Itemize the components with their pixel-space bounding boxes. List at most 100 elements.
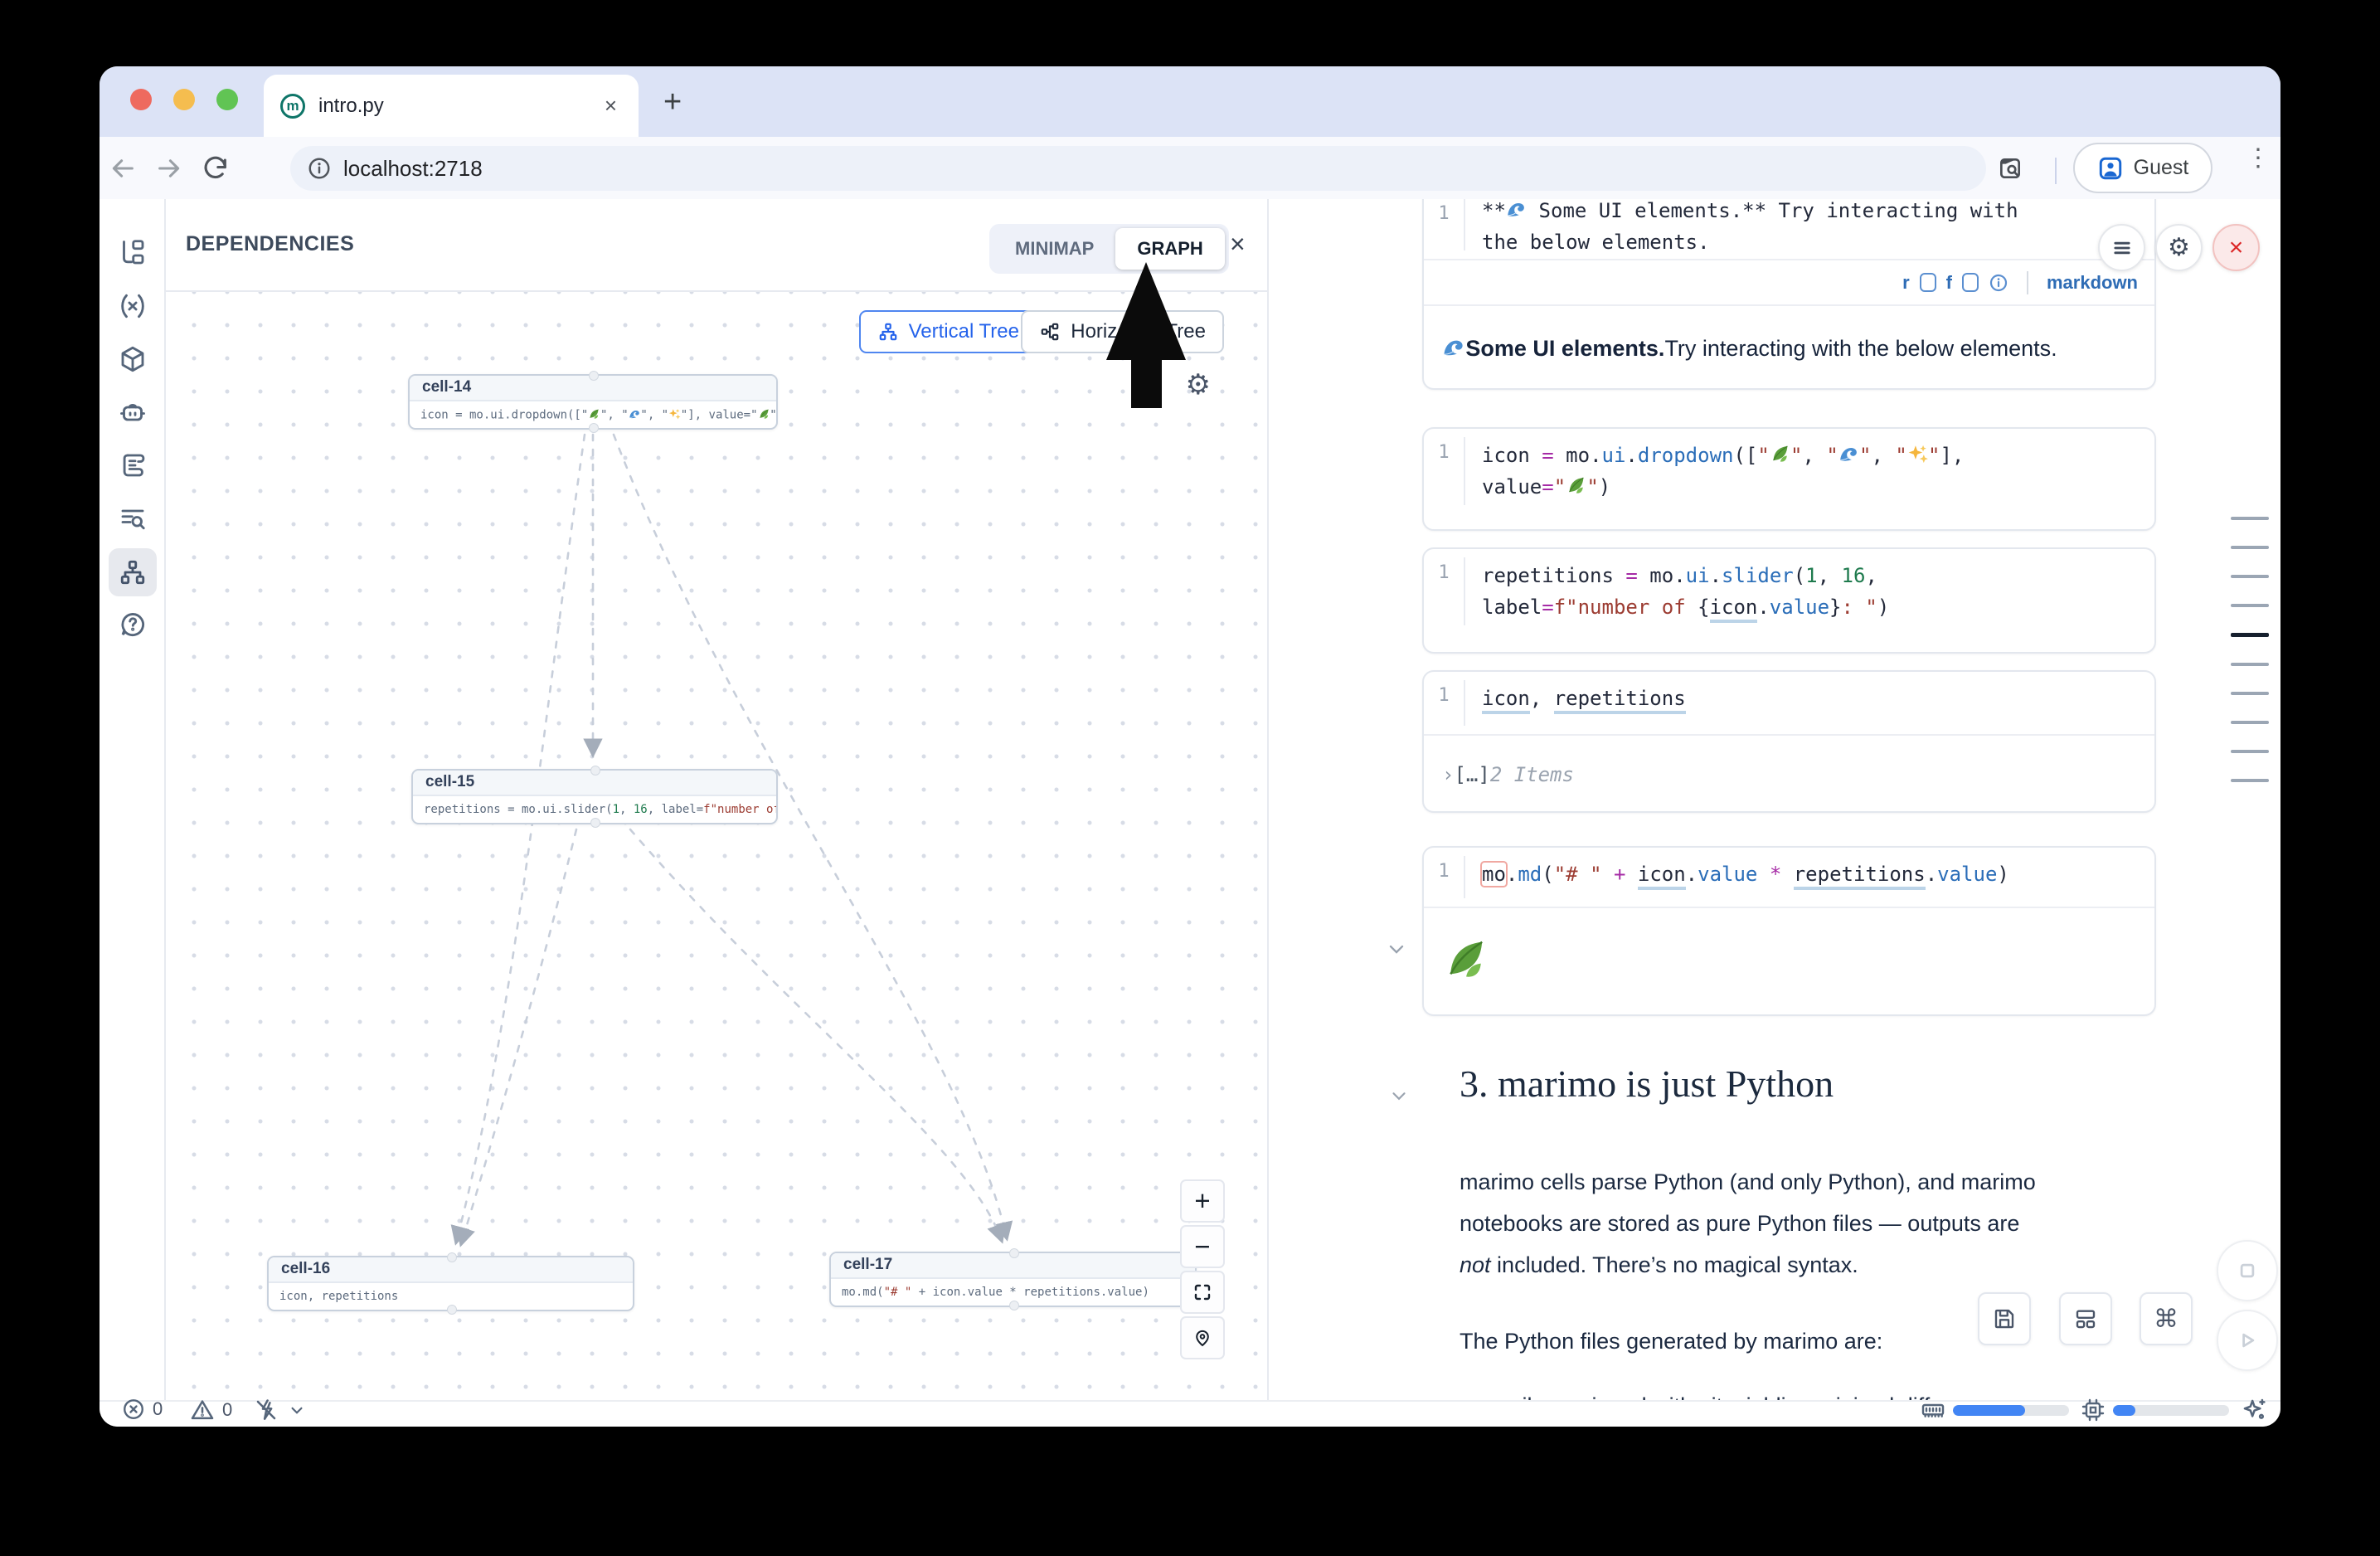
- tab-close-icon[interactable]: ×: [600, 93, 622, 119]
- browser-tab[interactable]: m intro.py ×: [264, 75, 639, 137]
- badge-r-label[interactable]: r: [1902, 272, 1910, 294]
- new-tab-button[interactable]: +: [663, 85, 682, 120]
- rail-cell-indicator[interactable]: [2231, 604, 2269, 607]
- rail-cell-indicator[interactable]: [2231, 546, 2269, 549]
- dependency-edges: [166, 292, 1267, 1400]
- notebook-panel: 1 ** Some UI elements.** Try interacting…: [1269, 199, 2280, 1400]
- dependency-graph-canvas[interactable]: cell-14 icon = mo.ui.dropdown(["", "", "…: [166, 290, 1267, 1400]
- sidebar-item-logs[interactable]: [118, 450, 148, 480]
- horizontal-tree-button[interactable]: Horizontal Tree: [1021, 310, 1224, 353]
- profile-label: Guest: [2134, 156, 2189, 180]
- notebook-cell-dropdown[interactable]: 1 icon = mo.ui.dropdown(["", "", ""], va…: [1422, 427, 2156, 531]
- error-counter[interactable]: 0: [121, 1397, 163, 1422]
- connection-toggle[interactable]: [253, 1397, 308, 1423]
- badge-f-checkbox[interactable]: [1962, 273, 1979, 292]
- ram-progress-bar: [1953, 1405, 2069, 1416]
- code-line: the below elements.: [1482, 226, 2018, 258]
- tab-graph[interactable]: GRAPH: [1115, 228, 1224, 270]
- sparkle-ai-icon: [2241, 1397, 2269, 1425]
- graph-node-cell-15[interactable]: cell-15 repetitions = mo.ui.slider(1, 16…: [411, 769, 778, 824]
- sidebar-item-file-explorer[interactable]: [118, 238, 148, 268]
- stop-square-icon: [2235, 1258, 2260, 1283]
- profile-button[interactable]: Guest: [2073, 143, 2212, 193]
- notebook-cell-markdown[interactable]: 1 ** Some UI elements.** Try interacting…: [1422, 199, 2156, 390]
- locate-button[interactable]: [1180, 1316, 1225, 1359]
- ram-usage[interactable]: [1920, 1397, 2069, 1423]
- tab-minimap[interactable]: MINIMAP: [993, 228, 1115, 270]
- rail-cell-indicator[interactable]: [2231, 633, 2269, 637]
- leaf-emoji-output: [1424, 908, 2154, 1016]
- marimo-favicon-icon: m: [280, 94, 305, 119]
- rail-cell-indicator[interactable]: [2231, 575, 2269, 578]
- chevron-down-icon[interactable]: [1385, 937, 1408, 960]
- zoom-controls: + −: [1180, 1179, 1225, 1359]
- graph-node-cell-14[interactable]: cell-14 icon = mo.ui.dropdown(["", "", "…: [408, 374, 778, 430]
- sidebar-item-variables[interactable]: [118, 291, 148, 321]
- location-pin-icon: [1192, 1328, 1212, 1348]
- keyboard-shortcuts-button[interactable]: ⌘: [2140, 1292, 2193, 1345]
- rail-cell-indicator[interactable]: [2231, 517, 2269, 520]
- stop-button[interactable]: [2217, 1240, 2278, 1301]
- save-button[interactable]: [1978, 1292, 2031, 1345]
- node-title: cell-16: [269, 1257, 633, 1283]
- macos-close-button[interactable]: [130, 89, 152, 110]
- markdown-output: Some UI elements. Try interacting with t…: [1424, 306, 2154, 390]
- node-code: icon, repetitions: [269, 1283, 633, 1310]
- graph-settings-gear-icon[interactable]: ⚙: [1186, 368, 1211, 401]
- ram-progress-fill: [1953, 1405, 2025, 1416]
- rail-cell-indicator[interactable]: [2231, 750, 2269, 753]
- node-code: mo.md("# " + icon.value * repetitions.va…: [831, 1279, 1195, 1306]
- rail-cell-indicator[interactable]: [2231, 779, 2269, 782]
- sidebar-item-packages[interactable]: [118, 344, 148, 374]
- close-panel-icon[interactable]: ×: [1230, 229, 1246, 260]
- tab-title: intro.py: [318, 95, 600, 118]
- ai-assistant-toggle[interactable]: [2241, 1397, 2269, 1425]
- forward-icon[interactable]: [146, 154, 192, 182]
- warning-counter[interactable]: 0: [189, 1397, 232, 1423]
- macos-zoom-button[interactable]: [216, 89, 238, 110]
- back-icon[interactable]: [100, 154, 146, 182]
- layout-toggle-button[interactable]: [2059, 1292, 2112, 1345]
- zoom-in-button[interactable]: +: [1180, 1179, 1225, 1223]
- info-icon[interactable]: [1989, 273, 2008, 293]
- cpu-usage[interactable]: [2080, 1397, 2229, 1423]
- graph-node-cell-17[interactable]: cell-17 mo.md("# " + icon.value * repeti…: [829, 1252, 1197, 1307]
- vertical-tree-button[interactable]: Vertical Tree: [859, 310, 1037, 353]
- app-sidebar: [100, 199, 166, 1400]
- notebook-settings-button[interactable]: ⚙: [2155, 224, 2203, 271]
- badge-r-checkbox[interactable]: [1920, 273, 1936, 292]
- rail-cell-indicator[interactable]: [2231, 692, 2269, 695]
- code-line: mo.md("# " + icon.value * repetitions.va…: [1482, 858, 2009, 890]
- macos-minimize-button[interactable]: [173, 89, 195, 110]
- notebook-cell-md[interactable]: 1 mo.md("# " + icon.value * repetitions.…: [1422, 846, 2156, 1016]
- site-info-icon[interactable]: [307, 156, 332, 181]
- badge-f-label[interactable]: f: [1946, 272, 1952, 294]
- rail-cell-indicator[interactable]: [2231, 663, 2269, 666]
- wave-emoji-icon: [629, 409, 641, 422]
- zoom-out-button[interactable]: −: [1180, 1225, 1225, 1268]
- hamburger-icon: [2110, 236, 2134, 260]
- shutdown-button[interactable]: ×: [2212, 224, 2260, 271]
- chevron-down-icon[interactable]: [1388, 1085, 1410, 1106]
- dependencies-panel: DEPENDENCIES MINIMAP GRAPH ×: [166, 199, 1269, 1400]
- cpu-progress-fill: [2113, 1405, 2135, 1416]
- cell-language-label[interactable]: markdown: [2047, 272, 2138, 294]
- play-icon: [2235, 1328, 2260, 1353]
- tuple-output[interactable]: › [ … ] 2 Items: [1424, 736, 2154, 813]
- reload-icon[interactable]: [192, 154, 239, 182]
- layout-grid-icon: [2073, 1306, 2098, 1331]
- url-bar[interactable]: localhost:2718: [290, 146, 1986, 191]
- sidebar-item-ai-assistant[interactable]: [118, 397, 148, 427]
- tab-search-icon[interactable]: [1997, 155, 2023, 182]
- sidebar-item-dependencies[interactable]: [118, 557, 148, 587]
- sidebar-item-search[interactable]: [118, 503, 148, 533]
- graph-node-cell-16[interactable]: cell-16 icon, repetitions: [267, 1256, 634, 1311]
- notebook-cell-slider[interactable]: 1 repetitions = mo.ui.slider(1, 16, labe…: [1422, 547, 2156, 654]
- browser-menu-icon[interactable]: ⋮: [2246, 143, 2271, 173]
- sidebar-item-help[interactable]: [118, 610, 148, 639]
- fit-view-button[interactable]: [1180, 1271, 1225, 1314]
- notebook-cell-tuple[interactable]: 1 icon, repetitions › [ … ] 2 Items: [1422, 670, 2156, 813]
- rail-cell-indicator[interactable]: [2231, 721, 2269, 724]
- run-button[interactable]: [2217, 1310, 2278, 1371]
- notebook-menu-button[interactable]: [2098, 224, 2145, 271]
